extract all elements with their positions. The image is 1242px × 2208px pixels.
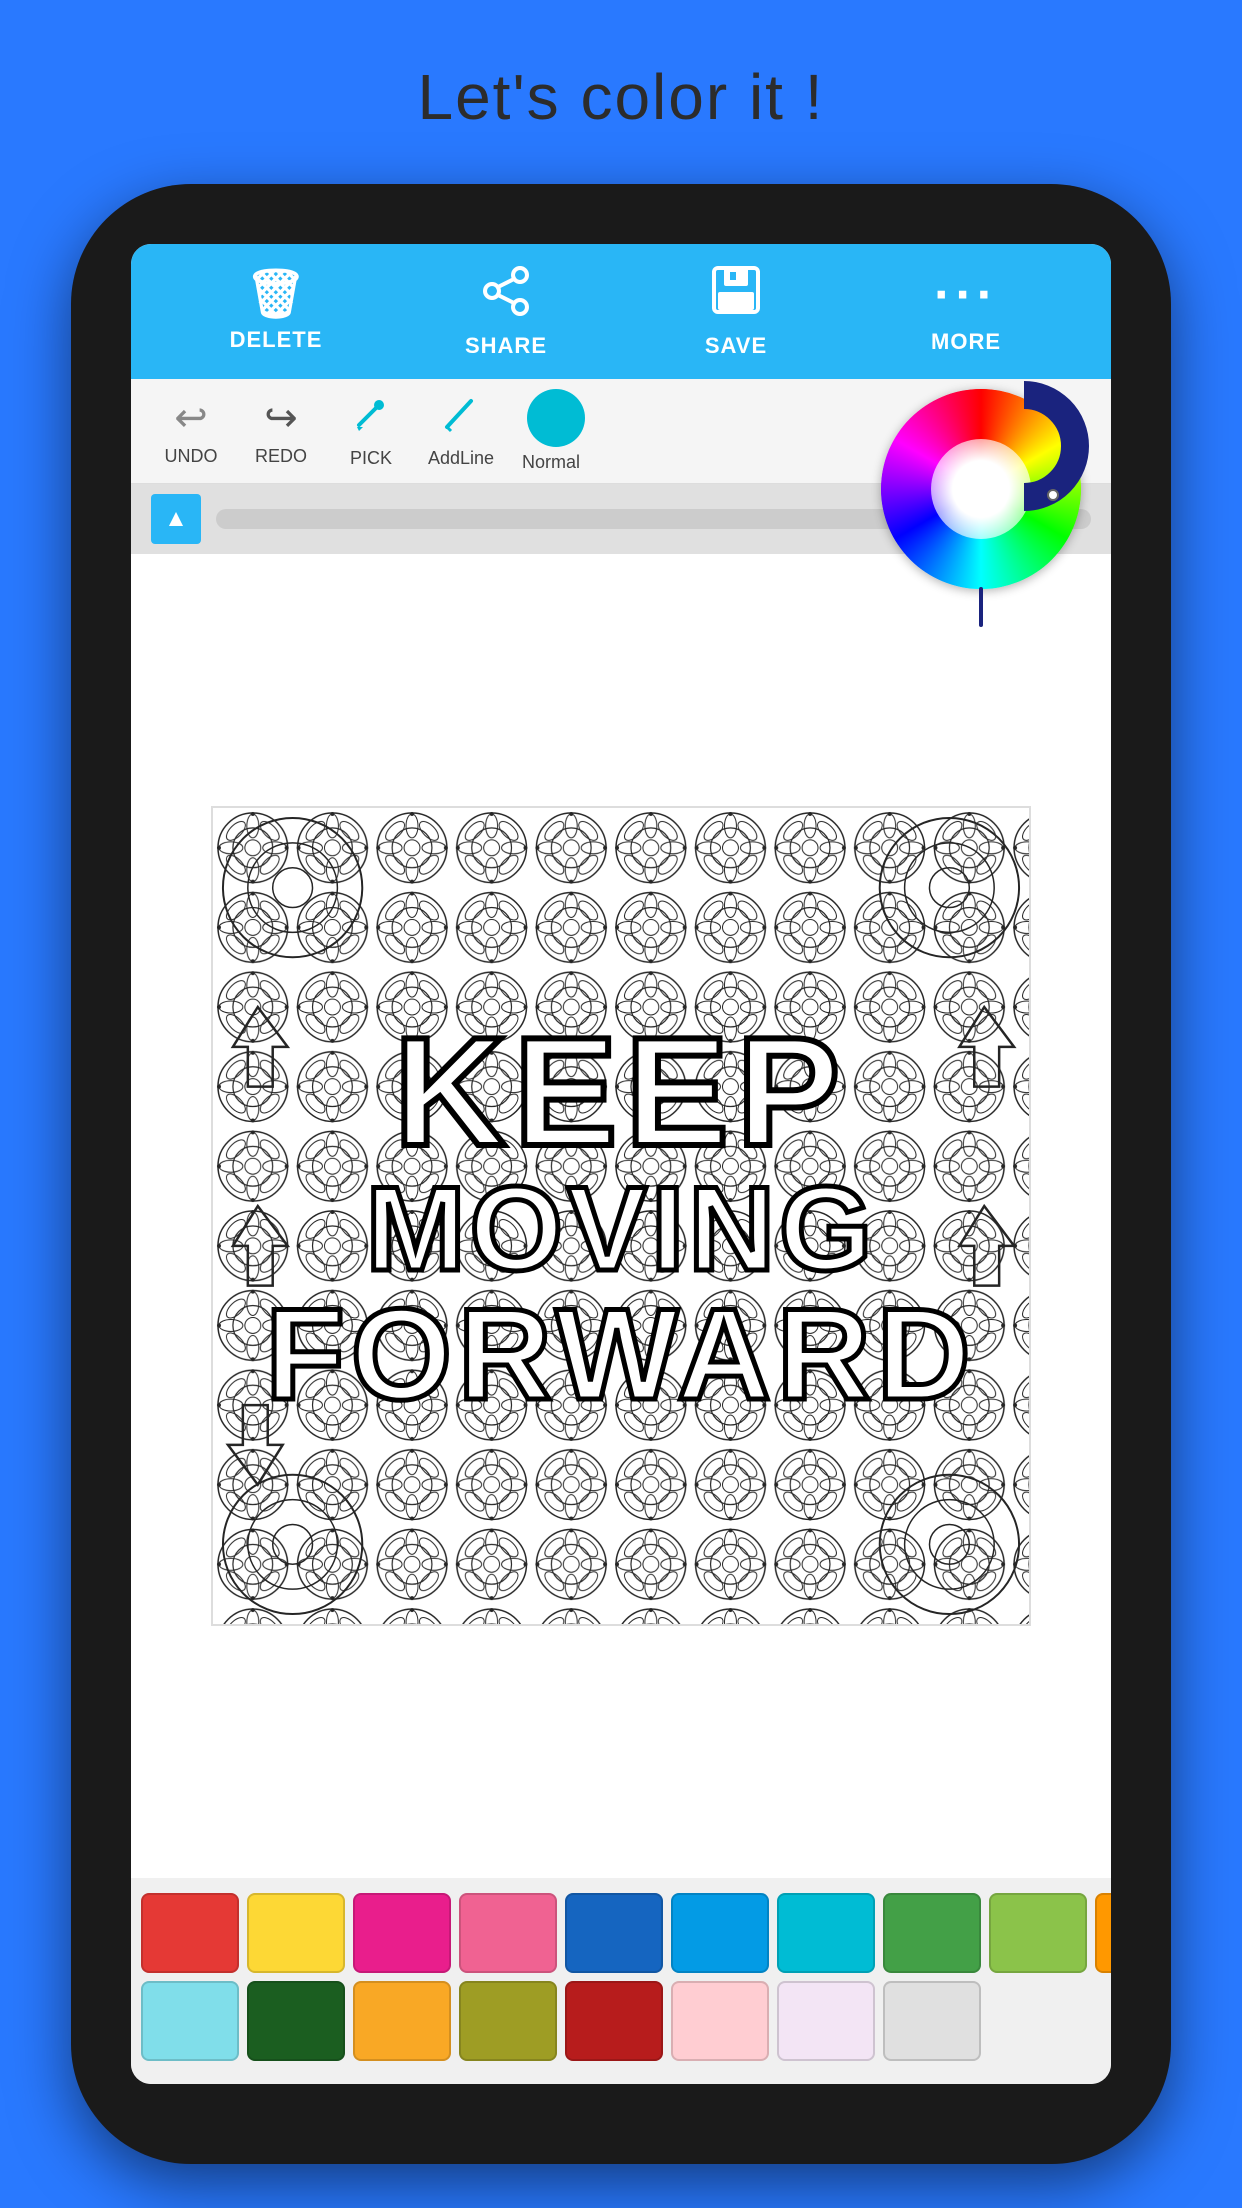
addline-label: AddLine	[428, 448, 494, 469]
normal-button[interactable]: Normal	[511, 389, 591, 473]
app-title: Let's color it !	[417, 60, 824, 134]
delete-label: DELETE	[230, 327, 323, 353]
save-icon	[710, 264, 762, 325]
moving-text: MOVING	[366, 1169, 877, 1289]
save-label: SAVE	[705, 333, 767, 359]
color-lime[interactable]	[989, 1893, 1087, 1973]
color-wheel[interactable]	[881, 389, 1081, 589]
canvas-area: KEEP MOVING FORWARD	[131, 554, 1111, 1878]
color-magenta[interactable]	[353, 1893, 451, 1973]
canvas-text-overlay: KEEP MOVING FORWARD	[213, 808, 1029, 1624]
phone-screen: 🗑 DELETE SHARE	[131, 244, 1111, 2084]
normal-label: Normal	[522, 452, 580, 473]
pick-icon	[351, 393, 391, 443]
addline-icon	[441, 393, 481, 443]
color-dark-blue[interactable]	[565, 1893, 663, 1973]
normal-color-circle	[527, 389, 585, 447]
color-picker-dot	[1047, 489, 1059, 501]
addline-button[interactable]: AddLine	[421, 393, 501, 469]
undo-button[interactable]: ↩ UNDO	[151, 395, 231, 467]
delete-button[interactable]: 🗑 DELETE	[226, 271, 326, 353]
save-button[interactable]: SAVE	[686, 264, 786, 359]
redo-icon: ↪	[264, 395, 298, 441]
more-label: MORE	[931, 329, 1001, 355]
color-cyan[interactable]	[777, 1893, 875, 1973]
phone-frame: 🗑 DELETE SHARE	[71, 184, 1171, 2164]
color-light-cyan[interactable]	[141, 1981, 239, 2061]
pick-button[interactable]: PICK	[331, 393, 411, 469]
color-pink[interactable]	[459, 1893, 557, 1973]
color-yellow[interactable]	[247, 1893, 345, 1973]
color-amber[interactable]	[353, 1981, 451, 2061]
color-green[interactable]	[883, 1893, 981, 1973]
more-button[interactable]: ··· MORE	[916, 269, 1016, 355]
palette-row-1	[141, 1893, 1101, 1973]
color-palette	[131, 1878, 1111, 2084]
redo-button[interactable]: ↪ REDO	[241, 395, 321, 467]
color-light-pink[interactable]	[671, 1981, 769, 2061]
color-dark-green[interactable]	[247, 1981, 345, 2061]
top-toolbar: 🗑 DELETE SHARE	[131, 244, 1111, 379]
color-lavender[interactable]	[777, 1981, 875, 2061]
keep-text: KEEP	[394, 1014, 848, 1169]
delete-icon: 🗑	[246, 271, 307, 319]
undo-label: UNDO	[165, 446, 218, 467]
share-button[interactable]: SHARE	[456, 265, 556, 359]
color-dark-red[interactable]	[565, 1981, 663, 2061]
expand-icon: ▲	[164, 505, 188, 533]
color-wheel-container[interactable]	[881, 389, 1081, 589]
palette-row-2	[141, 1981, 1101, 2061]
slider-expand-button[interactable]: ▲	[151, 494, 201, 544]
color-light-blue[interactable]	[671, 1893, 769, 1973]
redo-label: REDO	[255, 446, 307, 467]
coloring-canvas[interactable]: KEEP MOVING FORWARD	[211, 806, 1031, 1626]
color-light-gray[interactable]	[883, 1981, 981, 2061]
undo-icon: ↩	[174, 395, 208, 441]
more-icon: ···	[934, 269, 998, 321]
secondary-toolbar: ↩ UNDO ↪ REDO PICK	[131, 379, 1111, 484]
share-label: SHARE	[465, 333, 547, 359]
forward-text: FORWARD	[265, 1289, 976, 1419]
pick-label: PICK	[350, 448, 392, 469]
color-red[interactable]	[141, 1893, 239, 1973]
share-icon	[480, 265, 532, 325]
color-orange[interactable]	[1095, 1893, 1111, 1973]
color-olive[interactable]	[459, 1981, 557, 2061]
